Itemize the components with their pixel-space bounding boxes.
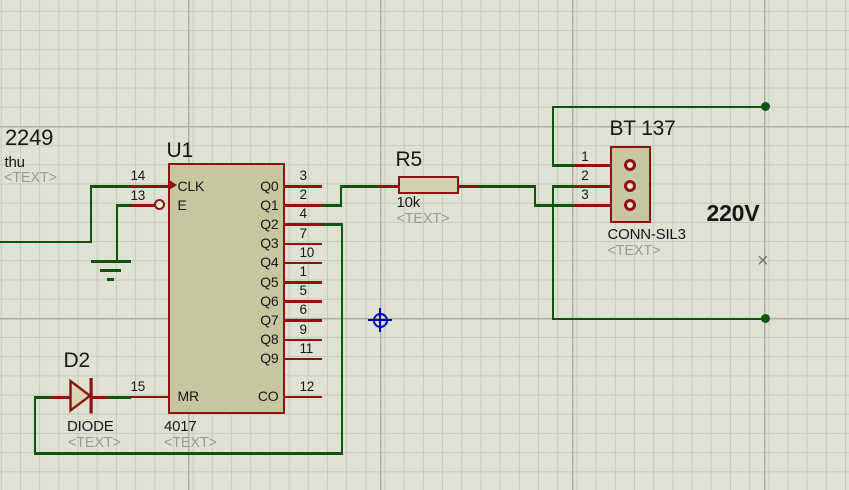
origin-marker-icon bbox=[368, 308, 392, 332]
cross-marker-icon: × bbox=[757, 250, 769, 272]
pin-number: 9 bbox=[299, 321, 308, 337]
pin-number: 14 bbox=[130, 168, 146, 183]
pin-name: Q1 bbox=[260, 196, 279, 213]
resistor-r5-body[interactable] bbox=[398, 176, 459, 194]
pin-number: 6 bbox=[299, 302, 308, 318]
u1-pin-stub-q9[interactable] bbox=[283, 357, 322, 361]
pin-name: Q3 bbox=[260, 235, 279, 252]
diode-d2-symbol[interactable] bbox=[48, 376, 112, 416]
ref-label-u1[interactable]: U1 bbox=[167, 140, 194, 161]
wire-segment[interactable] bbox=[551, 185, 575, 188]
wire-segment[interactable] bbox=[533, 185, 536, 206]
wire-segment[interactable] bbox=[340, 223, 343, 455]
pin-name: E bbox=[177, 196, 187, 213]
value-label-d2[interactable]: DIODE bbox=[67, 419, 114, 434]
pin-name: Q5 bbox=[260, 273, 279, 290]
connector-pin-circle bbox=[623, 159, 636, 171]
pin-number: 1 bbox=[299, 264, 308, 279]
r5-right-lead[interactable] bbox=[457, 185, 477, 188]
ground-bar bbox=[90, 259, 131, 263]
wire-segment[interactable] bbox=[89, 185, 92, 243]
value-label-conn-sil3[interactable]: CONN-SIL3 bbox=[608, 227, 686, 242]
ref-label-r5[interactable]: R5 bbox=[396, 149, 423, 170]
clock-chevron-icon bbox=[168, 180, 177, 191]
wire-segment[interactable] bbox=[533, 204, 575, 207]
pin-name: Q7 bbox=[260, 311, 279, 328]
wire-segment[interactable] bbox=[551, 185, 554, 320]
pin-name: Q6 bbox=[260, 292, 279, 309]
pin-name: MR bbox=[177, 388, 200, 404]
pin-name: Q9 bbox=[260, 350, 279, 367]
wire-segment[interactable] bbox=[339, 185, 379, 188]
pin-name: Q2 bbox=[260, 215, 279, 232]
pin-number: 2 bbox=[299, 187, 308, 203]
ground-bar bbox=[99, 268, 121, 272]
wire-segment[interactable] bbox=[551, 164, 575, 167]
pin-number: 1 bbox=[581, 148, 589, 164]
u1-pin-stub-e[interactable] bbox=[129, 204, 155, 207]
inverter-bubble-icon bbox=[154, 199, 165, 210]
junction-dot bbox=[761, 313, 770, 323]
pin-name: Q8 bbox=[260, 331, 279, 348]
pin-number: 7 bbox=[299, 225, 308, 241]
wire-segment[interactable] bbox=[321, 223, 342, 226]
wire-segment[interactable] bbox=[33, 452, 343, 455]
wire-segment[interactable] bbox=[551, 105, 766, 108]
voltage-label[interactable]: 220V bbox=[707, 201, 760, 225]
pin-number: 12 bbox=[299, 379, 315, 394]
pin-number: 3 bbox=[581, 187, 589, 202]
u1-pin-stub-mr[interactable] bbox=[129, 395, 169, 398]
placeholder-text: <TEXT> bbox=[4, 170, 57, 186]
placeholder-text: <TEXT> bbox=[607, 242, 661, 259]
pin-number: 2 bbox=[581, 168, 589, 183]
wire-segment[interactable] bbox=[89, 185, 131, 188]
wire-segment[interactable] bbox=[551, 317, 766, 320]
r5-left-lead[interactable] bbox=[378, 185, 399, 188]
value-label-r5[interactable]: 10k bbox=[397, 195, 421, 210]
wire-segment[interactable] bbox=[551, 105, 554, 166]
junction-dot bbox=[761, 102, 770, 111]
connector-pin-circle bbox=[623, 199, 636, 211]
ground-bar bbox=[106, 277, 114, 281]
value-label-u1[interactable]: 4017 bbox=[164, 419, 197, 434]
pin-number: 10 bbox=[299, 244, 315, 260]
wire-segment[interactable] bbox=[0, 240, 92, 243]
pin-number: 5 bbox=[299, 283, 308, 299]
pin-name: Q0 bbox=[260, 177, 279, 194]
pin-number: 4 bbox=[299, 206, 308, 222]
pin-number: 13 bbox=[130, 187, 146, 203]
pin-name: Q4 bbox=[260, 254, 279, 271]
pin-name: CLK bbox=[177, 177, 205, 194]
pin-number: 15 bbox=[130, 378, 146, 394]
connector-pin-circle bbox=[623, 180, 636, 192]
wire-segment[interactable] bbox=[339, 185, 342, 207]
placeholder-text: <TEXT> bbox=[68, 435, 121, 451]
pin-number: 11 bbox=[299, 340, 314, 356]
wire-segment[interactable] bbox=[115, 204, 118, 262]
ref-label-bt137[interactable]: BT 137 bbox=[610, 118, 676, 139]
placeholder-text: <TEXT> bbox=[396, 211, 450, 227]
wire-segment[interactable] bbox=[33, 396, 36, 455]
pin-number: 3 bbox=[299, 168, 308, 183]
schematic-canvas[interactable]: U1 4017 <TEXT> 14 CLK 13 E 15 MR 3 Q0 2 … bbox=[0, 0, 849, 490]
u1-pin-stub-co[interactable] bbox=[283, 395, 322, 398]
wire-segment[interactable] bbox=[476, 185, 536, 188]
annotation-thu[interactable]: thu bbox=[5, 155, 25, 170]
placeholder-text: <TEXT> bbox=[164, 434, 217, 451]
ref-label-d2[interactable]: D2 bbox=[64, 350, 91, 371]
annotation-2249[interactable]: 2249 bbox=[5, 126, 53, 149]
pin-name: CO bbox=[257, 388, 279, 404]
